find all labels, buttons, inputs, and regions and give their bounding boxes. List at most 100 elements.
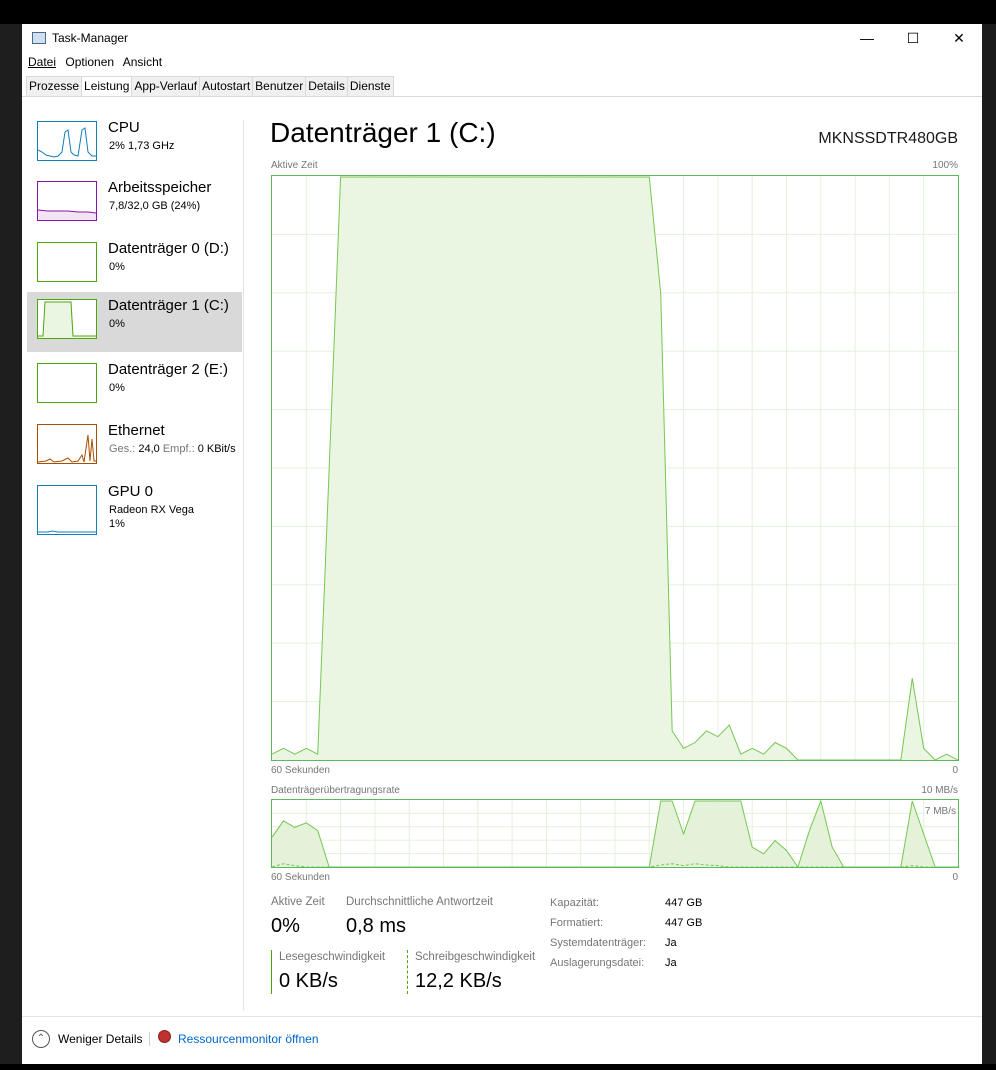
tab-bar: Prozesse Leistung App-Verlauf Autostart … bbox=[26, 76, 394, 97]
tab-prozesse[interactable]: Prozesse bbox=[26, 76, 83, 97]
sidebar-divider bbox=[243, 120, 244, 1010]
footer: ⌃ Weniger Details Ressourcenmonitor öffn… bbox=[22, 1024, 982, 1064]
disk1-thumbnail bbox=[37, 299, 97, 339]
sidebar-item-ethernet[interactable]: Ethernet Ges.: 24,0 Empf.: 0 KBit/s bbox=[27, 417, 242, 477]
gpu-thumbnail-graph bbox=[38, 530, 96, 533]
transfer-rate-chart: 7 MB/s bbox=[271, 799, 959, 869]
chart2-label: Datenträgerübertragungsrate bbox=[271, 785, 400, 796]
fewer-details-button[interactable]: Weniger Details bbox=[58, 1032, 142, 1046]
chart1-label: Aktive Zeit bbox=[271, 160, 318, 171]
ethernet-send-value: 24,0 bbox=[138, 443, 160, 455]
background-window-right bbox=[982, 24, 996, 1064]
sidebar-disk1-name: Datenträger 1 (C:) bbox=[108, 297, 229, 314]
chart1-time-right: 0 bbox=[952, 765, 958, 776]
capacity-label: Kapazität: bbox=[550, 897, 599, 909]
memory-thumbnail bbox=[37, 181, 97, 221]
tab-divider bbox=[22, 96, 982, 97]
menu-datei[interactable]: Datei bbox=[28, 55, 56, 69]
tab-autostart[interactable]: Autostart bbox=[200, 76, 254, 97]
close-button[interactable]: ✕ bbox=[936, 24, 982, 54]
sidebar-cpu-name: CPU bbox=[108, 119, 140, 136]
chevron-up-icon[interactable]: ⌃ bbox=[32, 1030, 50, 1048]
minimize-button[interactable]: — bbox=[844, 24, 890, 54]
sidebar-ethernet-name: Ethernet bbox=[108, 422, 165, 439]
resource-monitor-link[interactable]: Ressourcenmonitor öffnen bbox=[178, 1032, 319, 1046]
chart2-secondary-label: 7 MB/s bbox=[924, 806, 956, 817]
ethernet-send-label: Ges.: bbox=[109, 443, 136, 455]
disk2-thumbnail bbox=[37, 363, 97, 403]
cpu-thumbnail-graph bbox=[38, 127, 96, 158]
read-speed-value: 0 KB/s bbox=[279, 970, 338, 992]
disk1-thumbnail-graph bbox=[38, 301, 96, 338]
system-disk-value: Ja bbox=[665, 937, 677, 949]
tab-dienste[interactable]: Dienste bbox=[347, 76, 394, 97]
menu-bar: Datei Optionen Ansicht bbox=[28, 55, 168, 69]
read-speed-indicator bbox=[271, 950, 272, 994]
sidebar-item-cpu[interactable]: CPU 2% 1,73 GHz bbox=[27, 114, 242, 174]
response-time-value: 0,8 ms bbox=[346, 915, 407, 937]
write-speed-value: 12,2 KB/s bbox=[415, 970, 502, 992]
read-speed-label: Lesegeschwindigkeit bbox=[279, 951, 386, 963]
footer-divider bbox=[22, 1016, 982, 1017]
menu-ansicht[interactable]: Ansicht bbox=[123, 55, 162, 69]
gpu-thumbnail bbox=[37, 485, 97, 535]
sidebar-ethernet-sub: Ges.: 24,0 Empf.: 0 KBit/s bbox=[109, 443, 236, 455]
resource-monitor-icon bbox=[158, 1030, 171, 1043]
sidebar-item-memory[interactable]: Arbeitsspeicher 7,8/32,0 GB (24%) bbox=[27, 174, 242, 234]
tab-app-verlauf[interactable]: App-Verlauf bbox=[132, 76, 201, 97]
disk0-thumbnail bbox=[37, 242, 97, 282]
sidebar-disk1-sub: 0% bbox=[109, 318, 125, 330]
ethernet-recv-value: 0 KBit/s bbox=[197, 443, 236, 455]
background-window bbox=[0, 24, 22, 1064]
sidebar-cpu-sub: 2% 1,73 GHz bbox=[109, 140, 175, 152]
page-title: Datenträger 1 (C:) bbox=[270, 117, 496, 148]
sidebar-memory-sub: 7,8/32,0 GB (24%) bbox=[109, 200, 201, 212]
write-speed-indicator bbox=[407, 950, 408, 994]
sidebar-gpu-sub: 1% bbox=[109, 518, 125, 530]
maximize-button[interactable]: ☐ bbox=[890, 24, 936, 54]
sidebar-gpu-name: GPU 0 bbox=[108, 483, 154, 500]
title-bar[interactable]: Task-Manager — ☐ ✕ bbox=[22, 24, 982, 54]
sidebar-disk0-name: Datenträger 0 (D:) bbox=[108, 240, 229, 257]
chart2-time-right: 0 bbox=[952, 872, 958, 883]
active-time-chart bbox=[271, 175, 959, 761]
tab-benutzer[interactable]: Benutzer bbox=[253, 76, 307, 97]
footer-separator bbox=[149, 1032, 150, 1046]
sidebar-disk0-sub: 0% bbox=[109, 261, 125, 273]
sidebar-disk2-sub: 0% bbox=[109, 382, 125, 394]
ethernet-thumbnail-graph bbox=[38, 434, 96, 463]
sidebar-gpu-model: Radeon RX Vega bbox=[109, 504, 195, 516]
active-time-label: Aktive Zeit bbox=[271, 896, 325, 908]
write-speed-label: Schreibgeschwindigkeit bbox=[415, 951, 536, 963]
chart2-time-left: 60 Sekunden bbox=[271, 872, 330, 883]
sidebar-item-gpu[interactable]: GPU 0 Radeon RX Vega 1% bbox=[27, 478, 242, 538]
sidebar-memory-name: Arbeitsspeicher bbox=[108, 179, 212, 196]
sidebar-item-disk1[interactable]: Datenträger 1 (C:) 0% bbox=[27, 292, 242, 352]
sidebar-disk2-name: Datenträger 2 (E:) bbox=[108, 361, 229, 378]
sidebar-item-disk2[interactable]: Datenträger 2 (E:) 0% bbox=[27, 356, 242, 416]
formatted-label: Formatiert: bbox=[550, 917, 604, 929]
ethernet-recv-label: Empf.: bbox=[162, 443, 195, 455]
chart1-max: 100% bbox=[932, 160, 958, 171]
sidebar-item-disk0[interactable]: Datenträger 0 (D:) 0% bbox=[27, 235, 242, 295]
disk-model: MKNSSDTR480GB bbox=[818, 130, 958, 147]
task-manager-icon bbox=[32, 32, 46, 44]
chart1-time-left: 60 Sekunden bbox=[271, 765, 330, 776]
formatted-value: 447 GB bbox=[665, 917, 703, 929]
capacity-value: 447 GB bbox=[665, 897, 703, 909]
active-time-value: 0% bbox=[271, 915, 300, 937]
system-disk-label: Systemdatenträger: bbox=[550, 937, 646, 949]
window-title: Task-Manager bbox=[52, 31, 129, 45]
ethernet-thumbnail bbox=[37, 424, 97, 464]
transfer-rate-chart-svg bbox=[271, 799, 958, 869]
page-file-value: Ja bbox=[665, 957, 677, 969]
active-time-chart-svg bbox=[271, 176, 959, 761]
page-file-label: Auslagerungsdatei: bbox=[550, 957, 645, 969]
response-time-label: Durchschnittliche Antwortzeit bbox=[346, 896, 494, 908]
cpu-thumbnail bbox=[37, 121, 97, 161]
menu-optionen[interactable]: Optionen bbox=[65, 55, 114, 69]
tab-leistung[interactable]: Leistung bbox=[82, 76, 133, 97]
memory-thumbnail-graph bbox=[38, 209, 96, 220]
tab-details[interactable]: Details bbox=[306, 76, 348, 97]
chart2-max: 10 MB/s bbox=[921, 785, 958, 796]
